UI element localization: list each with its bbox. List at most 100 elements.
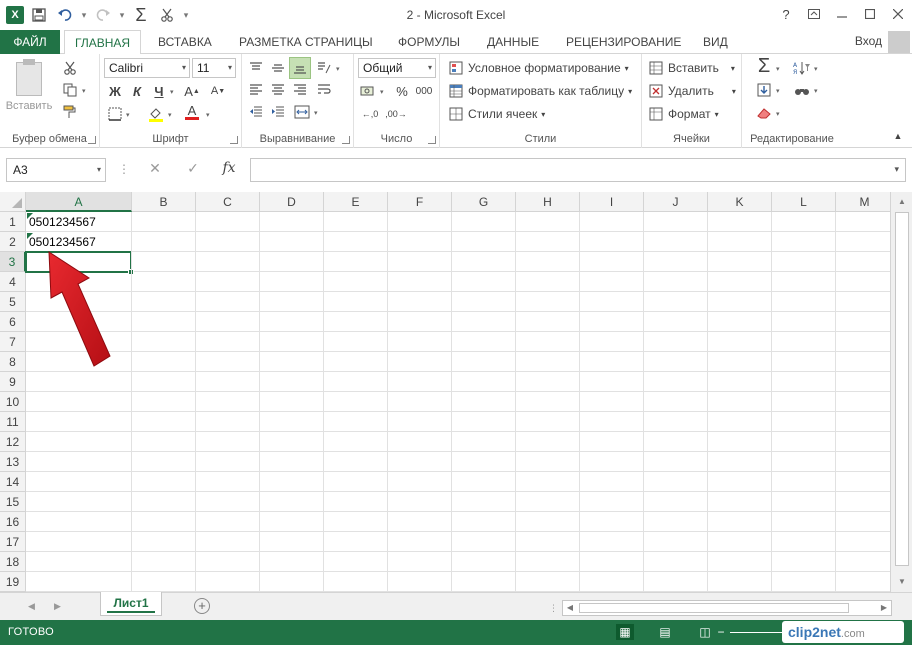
find-select-icon[interactable] (792, 80, 812, 100)
row-header-18[interactable]: 18 (0, 552, 26, 572)
column-header-d[interactable]: D (260, 192, 324, 212)
row-header-4[interactable]: 4 (0, 272, 26, 292)
column-header-h[interactable]: H (516, 192, 580, 212)
column-header-m[interactable]: M (836, 192, 894, 212)
underline-button[interactable]: Ч (149, 81, 169, 101)
decrease-decimal-icon[interactable]: ,00→ (385, 104, 407, 124)
align-middle-icon[interactable] (268, 58, 288, 78)
italic-button[interactable]: К (127, 81, 147, 101)
row-header-16[interactable]: 16 (0, 512, 26, 532)
scroll-right-icon[interactable]: ▶ (878, 602, 890, 614)
sheet-next-icon[interactable]: ▶ (54, 601, 61, 612)
insert-function-button[interactable]: fx (218, 160, 240, 176)
zoom-out-icon[interactable]: − (712, 624, 730, 640)
number-format-select[interactable]: Общий ▾ (358, 58, 436, 78)
increase-indent-icon[interactable] (268, 102, 288, 122)
format-painter-icon[interactable] (60, 102, 80, 122)
column-header-i[interactable]: I (580, 192, 644, 212)
orientation-icon[interactable] (314, 58, 334, 78)
autosum-button[interactable]: Σ (754, 55, 774, 77)
row-header-2[interactable]: 2 (0, 232, 26, 252)
sign-in-link[interactable]: Вход (855, 34, 882, 48)
align-left-icon[interactable] (246, 80, 266, 100)
sort-filter-dropdown-icon[interactable]: ▾ (814, 65, 818, 73)
select-all-button[interactable] (0, 192, 26, 212)
zoom-slider[interactable] (730, 632, 790, 633)
row-header-1[interactable]: 1 (0, 212, 26, 232)
help-button[interactable]: ? (772, 0, 800, 28)
column-header-c[interactable]: C (196, 192, 260, 212)
currency-icon[interactable] (358, 81, 378, 101)
font-launcher-icon[interactable] (230, 136, 238, 144)
currency-dropdown-icon[interactable]: ▾ (380, 88, 384, 96)
bold-button[interactable]: Ж (105, 81, 125, 101)
row-header-13[interactable]: 13 (0, 452, 26, 472)
number-launcher-icon[interactable] (428, 136, 436, 144)
enter-icon[interactable]: ✓ (182, 160, 204, 177)
column-header-e[interactable]: E (324, 192, 388, 212)
percent-button[interactable]: % (392, 81, 412, 101)
expand-formula-bar-icon[interactable]: ▾ (894, 164, 899, 175)
format-cells-button[interactable]: Формат ▾ (648, 104, 719, 124)
copy-icon[interactable] (60, 80, 80, 100)
row-header-5[interactable]: 5 (0, 292, 26, 312)
tab-split-grip-icon[interactable]: ⋮ (549, 603, 558, 614)
merge-dropdown-icon[interactable]: ▾ (314, 109, 318, 117)
minimize-icon[interactable] (828, 0, 856, 28)
row-header-3[interactable]: 3 (0, 252, 26, 272)
increase-decimal-icon[interactable]: ←,0 (360, 104, 380, 124)
column-header-g[interactable]: G (452, 192, 516, 212)
tab-page-layout[interactable]: РАЗМЕТКА СТРАНИЦЫ (229, 30, 383, 54)
horizontal-scrollbar[interactable]: ⋮ ◀ ▶ (549, 600, 892, 616)
tab-insert[interactable]: ВСТАВКА (148, 30, 222, 54)
autosum-dropdown-icon[interactable]: ▾ (776, 65, 780, 73)
formula-input[interactable]: ▾ (250, 158, 906, 182)
row-header-14[interactable]: 14 (0, 472, 26, 492)
tab-review[interactable]: РЕЦЕНЗИРОВАНИЕ (556, 30, 691, 54)
collapse-ribbon-icon[interactable]: ▲ (888, 126, 908, 146)
font-color-dropdown-icon[interactable]: ▾ (206, 111, 210, 119)
clipboard-launcher-icon[interactable] (88, 136, 96, 144)
tab-data[interactable]: ДАННЫЕ (477, 30, 549, 54)
sort-filter-icon[interactable]: АЯ (792, 58, 812, 78)
scroll-down-icon[interactable]: ▼ (895, 575, 909, 589)
add-sheet-button[interactable]: + (194, 598, 210, 614)
underline-dropdown-icon[interactable]: ▾ (170, 88, 174, 96)
column-header-l[interactable]: L (772, 192, 836, 212)
tab-file[interactable]: ФАЙЛ (0, 30, 60, 54)
ribbon-display-options-icon[interactable] (800, 0, 828, 28)
vertical-scrollbar[interactable]: ▲ ▼ (890, 192, 912, 592)
align-center-icon[interactable] (268, 80, 288, 100)
clear-dropdown-icon[interactable]: ▾ (776, 110, 780, 118)
avatar[interactable] (888, 31, 910, 53)
insert-cells-button[interactable]: Вставить ▾ (648, 58, 735, 78)
row-header-9[interactable]: 9 (0, 372, 26, 392)
borders-icon[interactable] (105, 104, 125, 124)
align-right-icon[interactable] (290, 80, 310, 100)
wrap-text-icon[interactable] (314, 80, 334, 100)
cell-A1[interactable]: 0501234567 (26, 212, 131, 232)
vertical-scroll-thumb[interactable] (895, 212, 909, 566)
row-header-17[interactable]: 17 (0, 532, 26, 552)
row-header-6[interactable]: 6 (0, 312, 26, 332)
sheet-prev-icon[interactable]: ◀ (28, 601, 35, 612)
column-header-f[interactable]: F (388, 192, 452, 212)
fill-icon[interactable] (754, 80, 774, 100)
tab-view[interactable]: ВИД (693, 30, 738, 54)
fill-color-dropdown-icon[interactable]: ▾ (168, 111, 172, 119)
align-top-icon[interactable] (246, 58, 266, 78)
row-header-15[interactable]: 15 (0, 492, 26, 512)
row-header-12[interactable]: 12 (0, 432, 26, 452)
fill-dropdown-icon[interactable]: ▾ (776, 87, 780, 95)
delete-cells-button[interactable]: Удалить ▾ (648, 81, 736, 101)
sheet-tab-1[interactable]: Лист1 (100, 592, 162, 616)
column-header-a[interactable]: A (26, 192, 132, 212)
close-icon[interactable] (884, 0, 912, 28)
scroll-up-icon[interactable]: ▲ (895, 195, 909, 209)
format-as-table-button[interactable]: Форматировать как таблицу ▾ (448, 81, 632, 101)
font-name-select[interactable]: Calibri ▾ (104, 58, 190, 78)
font-size-select[interactable]: 11 ▾ (192, 58, 236, 78)
merge-center-icon[interactable] (292, 102, 312, 122)
alignment-launcher-icon[interactable] (342, 136, 350, 144)
find-select-dropdown-icon[interactable]: ▾ (814, 87, 818, 95)
